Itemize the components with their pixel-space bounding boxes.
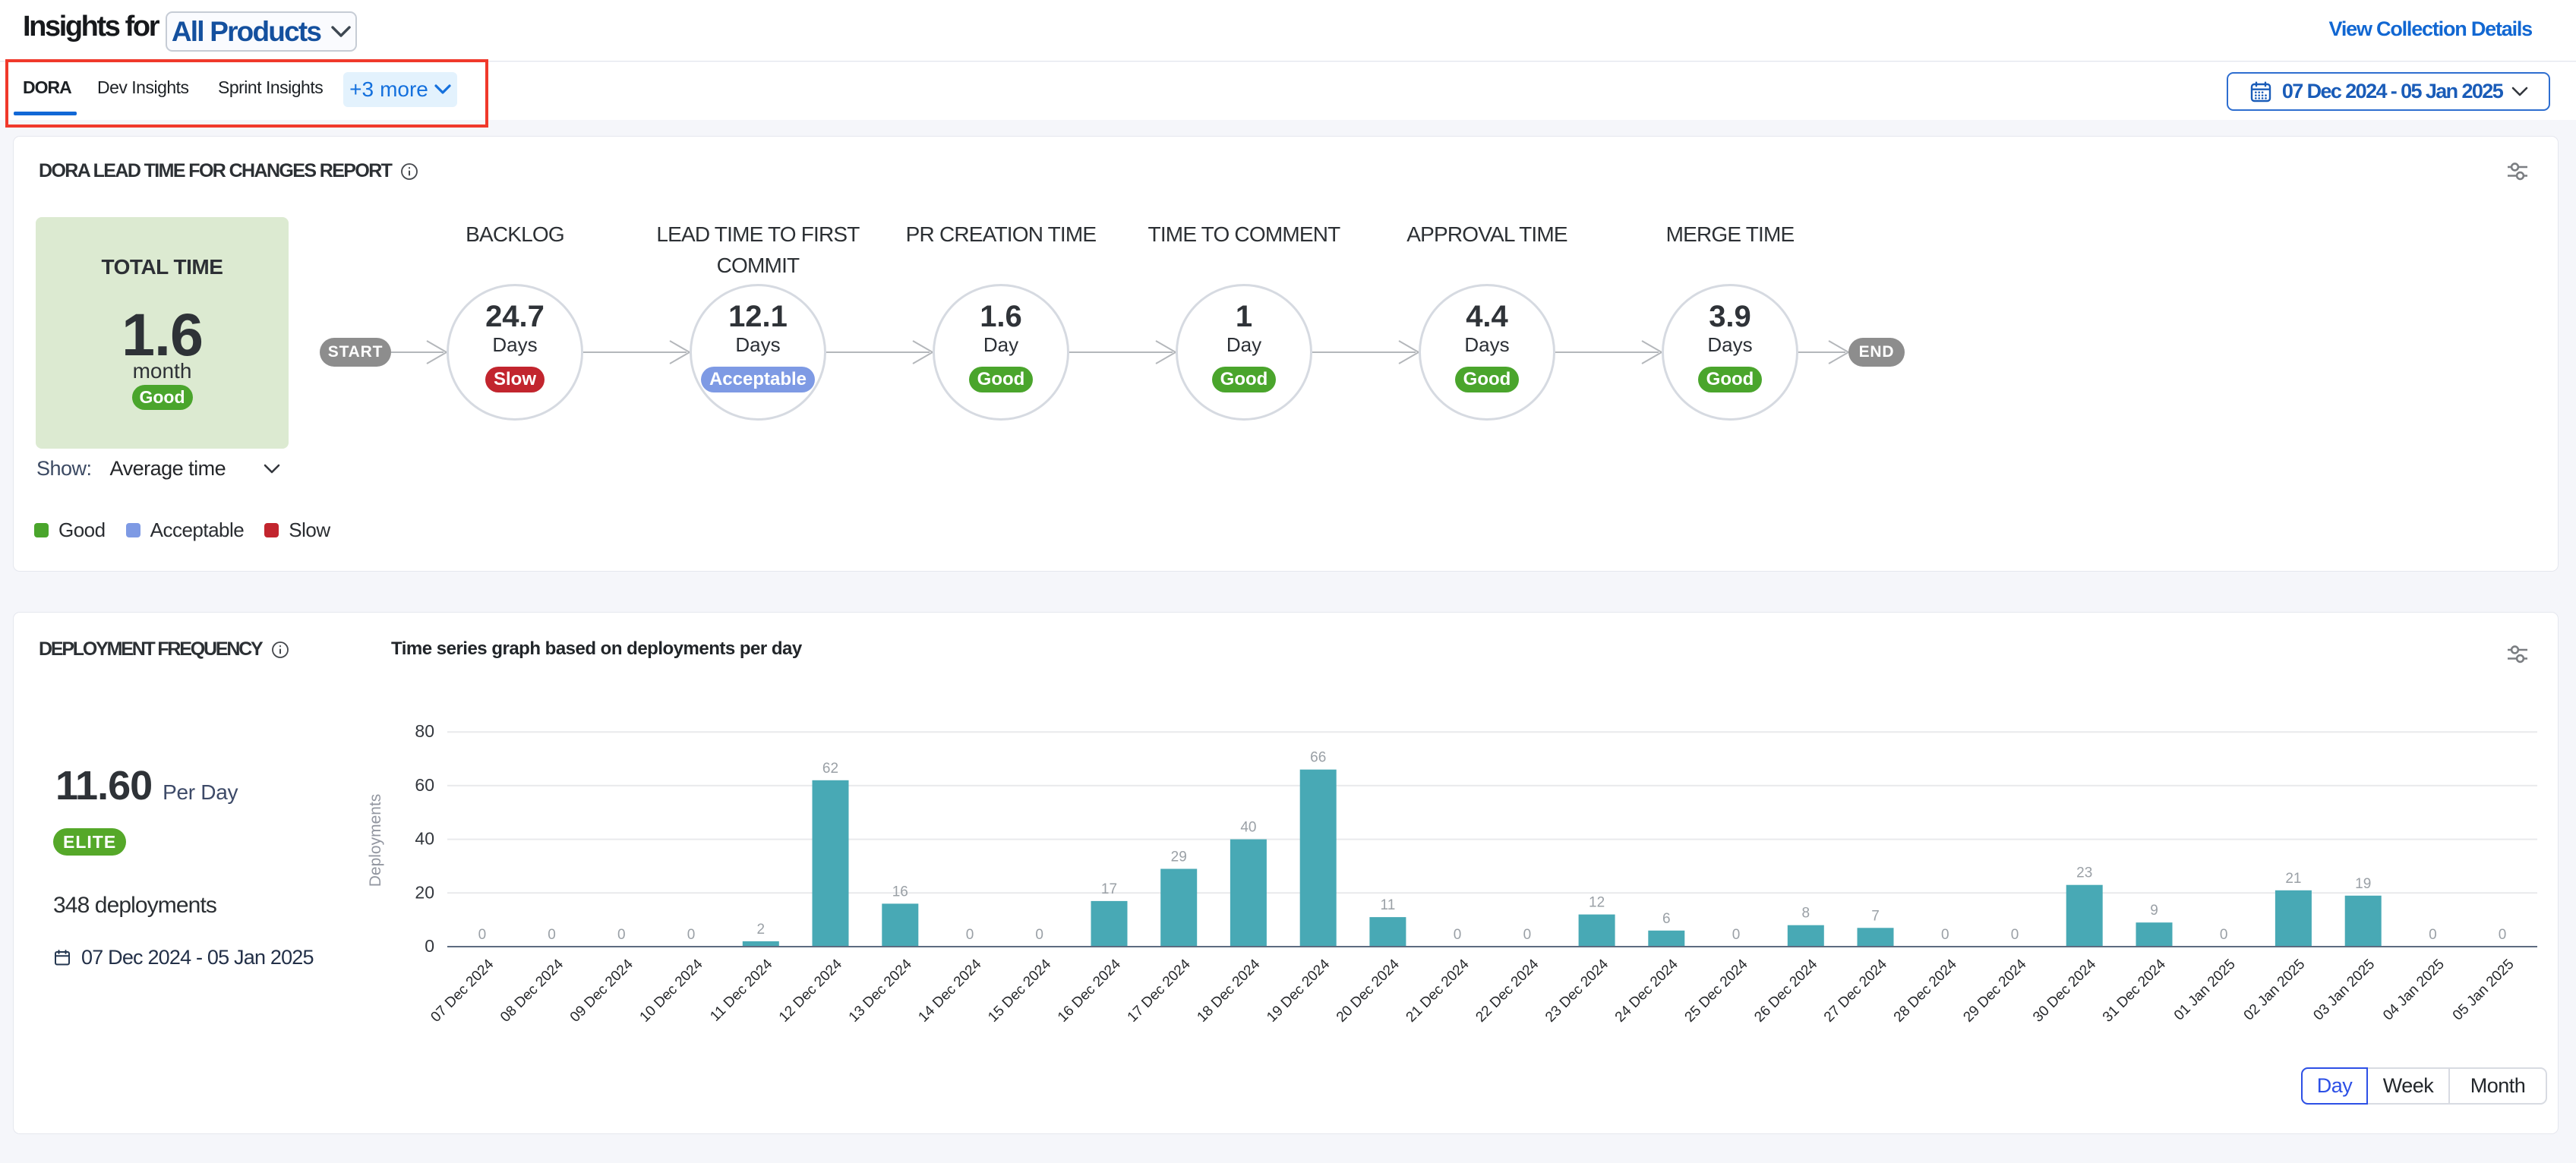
svg-text:01 Jan 2025: 01 Jan 2025 bbox=[2171, 957, 2239, 1024]
svg-text:28 Dec 2024: 28 Dec 2024 bbox=[1891, 956, 1960, 1025]
svg-text:60: 60 bbox=[415, 775, 434, 795]
svg-text:31 Dec 2024: 31 Dec 2024 bbox=[2100, 956, 2169, 1025]
svg-text:0: 0 bbox=[687, 927, 696, 943]
svg-text:0: 0 bbox=[478, 927, 487, 943]
svg-text:18 Dec 2024: 18 Dec 2024 bbox=[1194, 956, 1263, 1025]
svg-text:6: 6 bbox=[1662, 911, 1671, 927]
svg-text:04 Jan 2025: 04 Jan 2025 bbox=[2380, 957, 2448, 1024]
svg-text:0: 0 bbox=[1732, 927, 1741, 943]
svg-text:0: 0 bbox=[1454, 927, 1462, 943]
svg-text:12 Dec 2024: 12 Dec 2024 bbox=[776, 956, 845, 1025]
svg-text:12: 12 bbox=[1589, 895, 1605, 911]
svg-text:27 Dec 2024: 27 Dec 2024 bbox=[1821, 956, 1890, 1025]
svg-text:0: 0 bbox=[548, 927, 556, 943]
svg-text:2: 2 bbox=[757, 922, 766, 938]
svg-text:66: 66 bbox=[1310, 750, 1326, 766]
svg-text:09 Dec 2024: 09 Dec 2024 bbox=[567, 956, 636, 1025]
svg-text:40: 40 bbox=[1240, 820, 1256, 836]
svg-text:15 Dec 2024: 15 Dec 2024 bbox=[985, 956, 1054, 1025]
svg-text:11 Dec 2024: 11 Dec 2024 bbox=[707, 956, 775, 1024]
svg-text:19: 19 bbox=[2355, 876, 2371, 892]
svg-text:20: 20 bbox=[415, 882, 434, 902]
svg-text:05 Jan 2025: 05 Jan 2025 bbox=[2450, 957, 2518, 1024]
svg-text:0: 0 bbox=[966, 927, 974, 943]
svg-text:0: 0 bbox=[2429, 927, 2437, 943]
svg-text:7: 7 bbox=[1871, 908, 1880, 924]
svg-text:23: 23 bbox=[2076, 865, 2092, 881]
svg-text:16 Dec 2024: 16 Dec 2024 bbox=[1055, 956, 1124, 1025]
svg-text:0: 0 bbox=[1035, 927, 1043, 943]
svg-text:0: 0 bbox=[1523, 927, 1532, 943]
svg-text:21 Dec 2024: 21 Dec 2024 bbox=[1403, 956, 1473, 1025]
svg-text:26 Dec 2024: 26 Dec 2024 bbox=[1751, 956, 1820, 1025]
svg-text:30 Dec 2024: 30 Dec 2024 bbox=[2030, 956, 2099, 1025]
svg-text:40: 40 bbox=[415, 829, 434, 849]
svg-text:29 Dec 2024: 29 Dec 2024 bbox=[1960, 956, 2029, 1025]
svg-text:19 Dec 2024: 19 Dec 2024 bbox=[1264, 956, 1333, 1025]
svg-text:14 Dec 2024: 14 Dec 2024 bbox=[915, 956, 984, 1025]
svg-text:24 Dec 2024: 24 Dec 2024 bbox=[1612, 956, 1681, 1025]
svg-text:29: 29 bbox=[1171, 849, 1187, 865]
svg-text:0: 0 bbox=[2499, 927, 2507, 943]
svg-text:8: 8 bbox=[1802, 906, 1810, 922]
svg-text:9: 9 bbox=[2150, 903, 2158, 919]
svg-text:11: 11 bbox=[1381, 897, 1396, 913]
svg-text:17 Dec 2024: 17 Dec 2024 bbox=[1125, 956, 1194, 1025]
svg-text:21: 21 bbox=[2285, 871, 2301, 887]
svg-text:80: 80 bbox=[415, 721, 434, 741]
svg-text:20 Dec 2024: 20 Dec 2024 bbox=[1334, 956, 1403, 1025]
svg-text:08 Dec 2024: 08 Dec 2024 bbox=[497, 956, 567, 1025]
svg-text:17: 17 bbox=[1101, 881, 1117, 897]
svg-text:03 Jan 2025: 03 Jan 2025 bbox=[2310, 957, 2378, 1024]
svg-text:25 Dec 2024: 25 Dec 2024 bbox=[1682, 956, 1751, 1025]
svg-text:0: 0 bbox=[1941, 927, 1949, 943]
svg-text:23 Dec 2024: 23 Dec 2024 bbox=[1542, 956, 1612, 1025]
svg-text:0: 0 bbox=[617, 927, 626, 943]
svg-text:07 Dec 2024: 07 Dec 2024 bbox=[428, 956, 497, 1025]
svg-text:Deployments: Deployments bbox=[367, 794, 384, 887]
svg-text:10 Dec 2024: 10 Dec 2024 bbox=[637, 956, 706, 1025]
svg-text:0: 0 bbox=[2011, 927, 2019, 943]
svg-text:62: 62 bbox=[822, 761, 838, 777]
svg-text:13 Dec 2024: 13 Dec 2024 bbox=[846, 956, 915, 1025]
svg-text:0: 0 bbox=[425, 936, 434, 956]
svg-text:22 Dec 2024: 22 Dec 2024 bbox=[1473, 956, 1542, 1025]
svg-text:0: 0 bbox=[2220, 927, 2228, 943]
svg-text:02 Jan 2025: 02 Jan 2025 bbox=[2241, 957, 2309, 1024]
svg-text:16: 16 bbox=[892, 884, 908, 900]
